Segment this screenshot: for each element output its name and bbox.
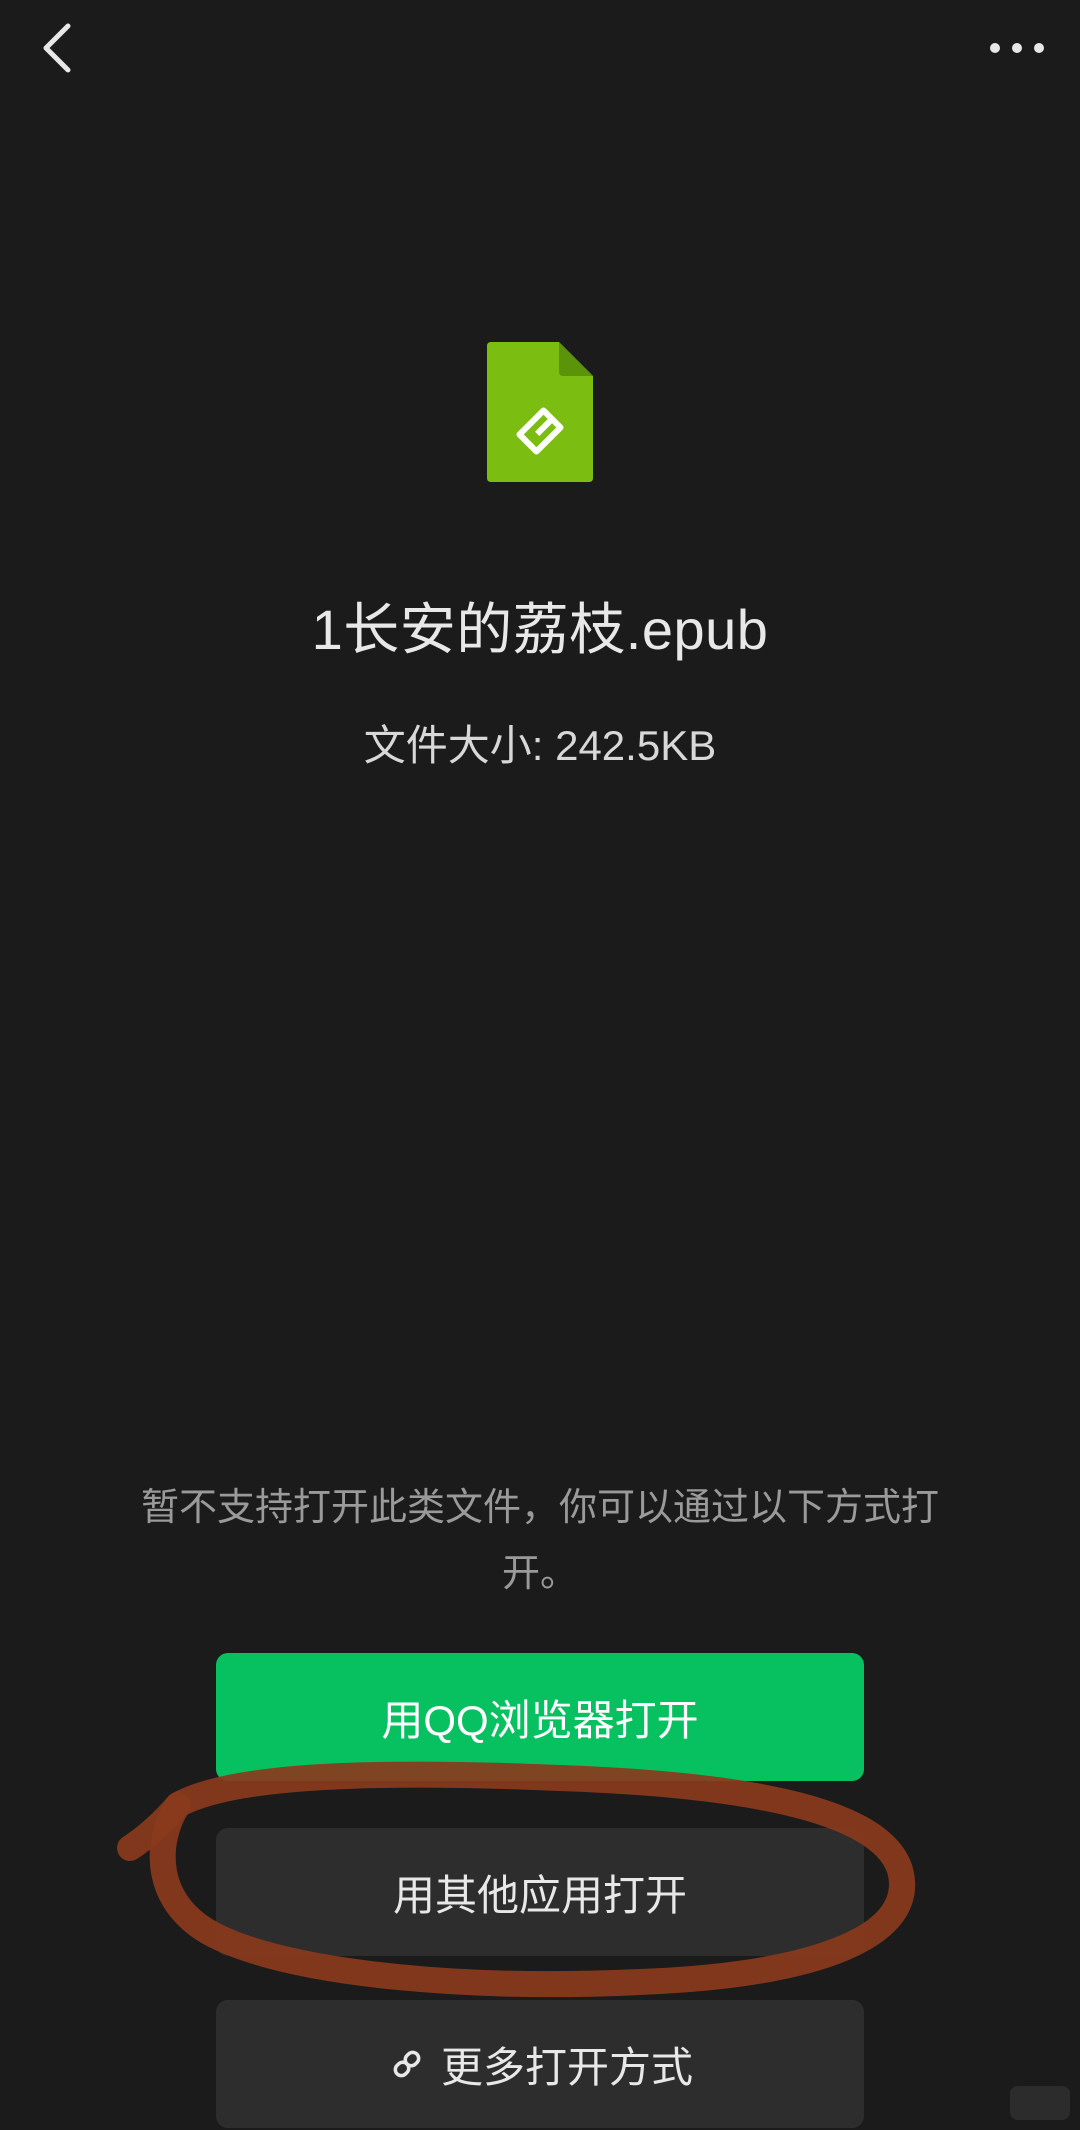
more-open-options-label: 更多打开方式: [440, 2043, 693, 2091]
epub-file-icon: [487, 342, 593, 482]
chevron-left-icon: [43, 23, 71, 73]
top-bar: [0, 0, 1080, 110]
file-name: 1长安的荔枝.epub: [311, 598, 769, 661]
more-button[interactable]: [972, 8, 1062, 88]
open-with-other-app-button[interactable]: 用其他应用打开: [216, 1828, 864, 1956]
watermark: [1010, 2086, 1070, 2120]
notice-line-1: 暂不支持打开此类文件，你可以通过以下方式打: [140, 1487, 939, 1529]
back-button[interactable]: [18, 8, 98, 88]
unsupported-notice: 暂不支持打开此类文件，你可以通过以下方式打 开。: [110, 1475, 970, 1607]
file-size-label: 文件大小:: [363, 722, 544, 769]
open-with-qq-browser-button[interactable]: 用QQ浏览器打开: [216, 1653, 864, 1781]
more-horizontal-icon: [990, 43, 1044, 53]
hand-drawn-circle-annotation: [117, 1761, 915, 1998]
more-open-options-button[interactable]: 更多打开方式: [216, 2000, 864, 2128]
file-size: 文件大小: 242.5KB: [0, 712, 1080, 773]
link-icon: [387, 2044, 427, 2084]
notice-line-2: 开。: [501, 1553, 578, 1595]
file-size-value: 242.5KB: [555, 722, 717, 769]
